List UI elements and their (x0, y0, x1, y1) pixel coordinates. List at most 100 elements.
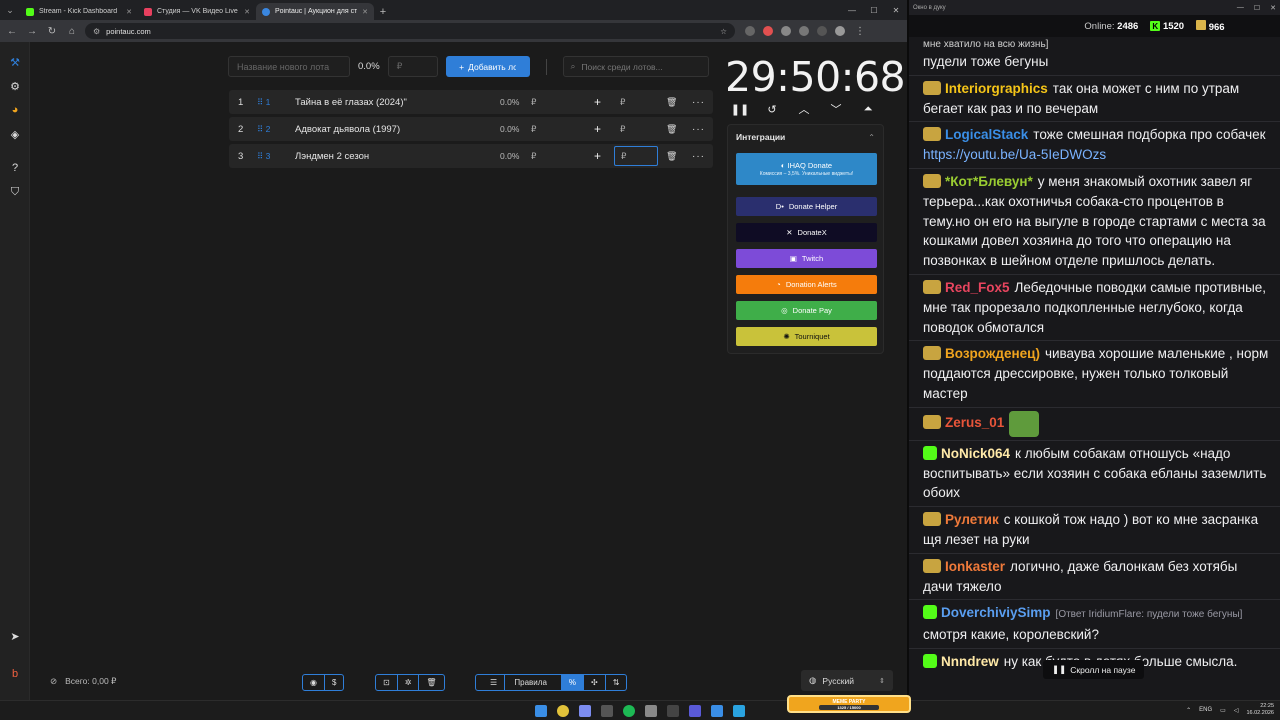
extension-icon[interactable] (763, 26, 773, 36)
extension-icon[interactable] (745, 26, 755, 36)
lot-amount-input[interactable]: ₽ (614, 119, 658, 139)
maximize-icon[interactable]: ☐ (1254, 4, 1260, 12)
add-amount-icon[interactable]: + (594, 95, 601, 109)
telegram-icon[interactable]: ➤ (7, 628, 23, 644)
pause-icon[interactable]: ❚❚ (731, 102, 749, 116)
input-language[interactable]: ENG (1199, 707, 1212, 713)
tab-vk-studio[interactable]: Студия — VK Видео Live ✕ (138, 3, 256, 20)
delete-icon[interactable]: 🗑 (666, 97, 677, 108)
spotify-icon[interactable] (623, 705, 635, 717)
tab-pointauc[interactable]: Pointauc | Аукцион для стрим ✕ (256, 3, 374, 20)
close-tab-icon[interactable]: ✕ (362, 8, 368, 16)
menu-icon[interactable]: ⋮ (853, 24, 867, 38)
lot-name[interactable]: Адвокат дьявола (1997) (295, 124, 400, 135)
username[interactable]: Zerus_01 (945, 415, 1004, 430)
lot-name[interactable]: Тайна в её глазах (2024)" (295, 97, 407, 108)
site-info-icon[interactable]: ⚙ (93, 27, 100, 36)
telegram-icon[interactable] (733, 705, 745, 717)
more-icon[interactable]: ··· (692, 97, 705, 108)
discord-icon[interactable] (579, 705, 591, 717)
steam-icon[interactable] (601, 705, 613, 717)
app-icon[interactable] (645, 705, 657, 717)
more-icon[interactable]: ··· (692, 151, 705, 162)
help-icon[interactable]: ? (7, 160, 23, 176)
save-icon[interactable]: ⊡ (376, 675, 398, 690)
lot-name[interactable]: Лэндмен 2 сезон (295, 151, 369, 162)
app-icon[interactable] (689, 705, 701, 717)
donatex-button[interactable]: ✕ DonateX (736, 223, 877, 242)
obs-icon[interactable] (667, 705, 679, 717)
sort-icon[interactable]: ⇅ (606, 675, 627, 690)
add-amount-icon[interactable]: + (594, 149, 601, 163)
forward-icon[interactable]: → (25, 24, 39, 38)
compact-icon[interactable]: ✣ (584, 675, 606, 690)
delete-icon[interactable]: 🗑 (666, 124, 677, 135)
username[interactable]: *Кот*Блевун* (945, 174, 1033, 189)
add-amount-icon[interactable]: + (594, 122, 601, 136)
reply-reference[interactable]: [Ответ IridiumFlare: пудели тоже бегуны] (1056, 609, 1243, 620)
username[interactable]: Возрожденец) (945, 346, 1040, 361)
ihaq-donate-button[interactable]: ◐ IHAQ Donate Комиссия – 3,5%. Уникальны… (736, 153, 877, 185)
home-icon[interactable]: ⌂ (65, 24, 79, 38)
new-lot-amount-input[interactable]: ₽ (387, 56, 438, 77)
username[interactable]: Nnndrew (941, 654, 999, 669)
reload-icon[interactable]: ↻ (45, 24, 59, 38)
layers-icon[interactable]: ◈ (7, 126, 23, 142)
hide-icon[interactable]: ⊘ (50, 676, 57, 687)
minimize-icon[interactable]: — (841, 0, 863, 20)
close-window-icon[interactable]: ✕ (885, 0, 907, 20)
twitch-button[interactable]: ▣ Twitch (736, 249, 877, 268)
percent-toggle[interactable]: % (561, 675, 585, 690)
start-menu-icon[interactable] (535, 705, 547, 717)
bookmark-star-icon[interactable]: ☆ (720, 27, 727, 36)
network-icon[interactable]: ▭ (1220, 707, 1226, 714)
extension-icon[interactable] (781, 26, 791, 36)
more-icon[interactable]: ··· (692, 124, 705, 135)
search-input[interactable]: ⌕ Поиск среди лотов... (562, 56, 709, 77)
donate-helper-button[interactable]: D• Donate Helper (736, 197, 877, 216)
address-bar[interactable]: ⚙ pointauc.com ☆ (85, 23, 735, 39)
tab-list-button[interactable]: ⌄ (0, 0, 20, 20)
rules-button[interactable]: ☰ Правила (476, 675, 562, 690)
username[interactable]: Red_Fox5 (945, 280, 1010, 295)
tourniquet-button[interactable]: ✺ Tourniquet (736, 327, 877, 346)
username[interactable]: Interiorgraphics (945, 81, 1048, 96)
language-select[interactable]: ◍ Русский ⇕ (801, 670, 893, 691)
username[interactable]: Рулетик (945, 512, 999, 527)
scroll-paused-indicator[interactable]: ❚❚ Скролл на паузе (1043, 660, 1145, 679)
wheel-icon[interactable]: ◕ (7, 102, 23, 118)
lot-amount-input[interactable]: ₽ (614, 146, 658, 166)
maximize-icon[interactable]: ☐ (863, 0, 885, 20)
volume-icon[interactable]: ◁ (1234, 707, 1239, 714)
integrations-header[interactable]: Интеграции ⌃ (728, 125, 883, 149)
delete-all-icon[interactable]: 🗑 (419, 675, 443, 690)
settings-gear-icon[interactable]: ⚙ (7, 78, 23, 94)
add-lot-button[interactable]: + Добавить лот (445, 56, 530, 77)
github-icon[interactable]: ◉ (303, 675, 325, 690)
donate-pay-button[interactable]: ◎ Donate Pay (736, 301, 877, 320)
double-chevron-up-icon[interactable]: ⏶ (861, 102, 875, 116)
new-tab-button[interactable]: + (374, 3, 392, 20)
username[interactable]: LogicalStack (945, 127, 1028, 142)
reset-icon[interactable]: ↺ (765, 102, 779, 116)
shield-icon[interactable]: ⛉ (7, 184, 23, 200)
donate-dollar-icon[interactable]: $ (325, 675, 343, 690)
minimize-icon[interactable]: — (1237, 4, 1244, 12)
chrome-icon[interactable] (557, 705, 569, 717)
message-link[interactable]: https://youtu.be/Ua-5IeDWOzs (923, 147, 1106, 162)
extensions-puzzle-icon[interactable] (799, 26, 809, 36)
username[interactable]: DoverchiviySimp (941, 605, 1051, 620)
chevron-up-icon[interactable]: ︿ (797, 102, 811, 116)
close-window-icon[interactable]: ✕ (1270, 4, 1276, 12)
username[interactable]: Ionkaster (945, 559, 1005, 574)
delete-icon[interactable]: 🗑 (666, 151, 677, 162)
tab-kick-dashboard[interactable]: Stream - Kick Dashboard ✕ (20, 3, 138, 20)
profile-avatar-icon[interactable] (835, 26, 845, 36)
chevron-up-icon[interactable]: ⌃ (868, 133, 875, 142)
chevron-down-icon[interactable]: ﹀ (829, 102, 843, 116)
close-tab-icon[interactable]: ✕ (244, 8, 250, 16)
app-icon[interactable] (711, 705, 723, 717)
auction-hammer-icon[interactable]: ⚒ (7, 54, 23, 70)
back-icon[interactable]: ← (5, 24, 19, 38)
boosty-icon[interactable]: b (7, 666, 23, 682)
